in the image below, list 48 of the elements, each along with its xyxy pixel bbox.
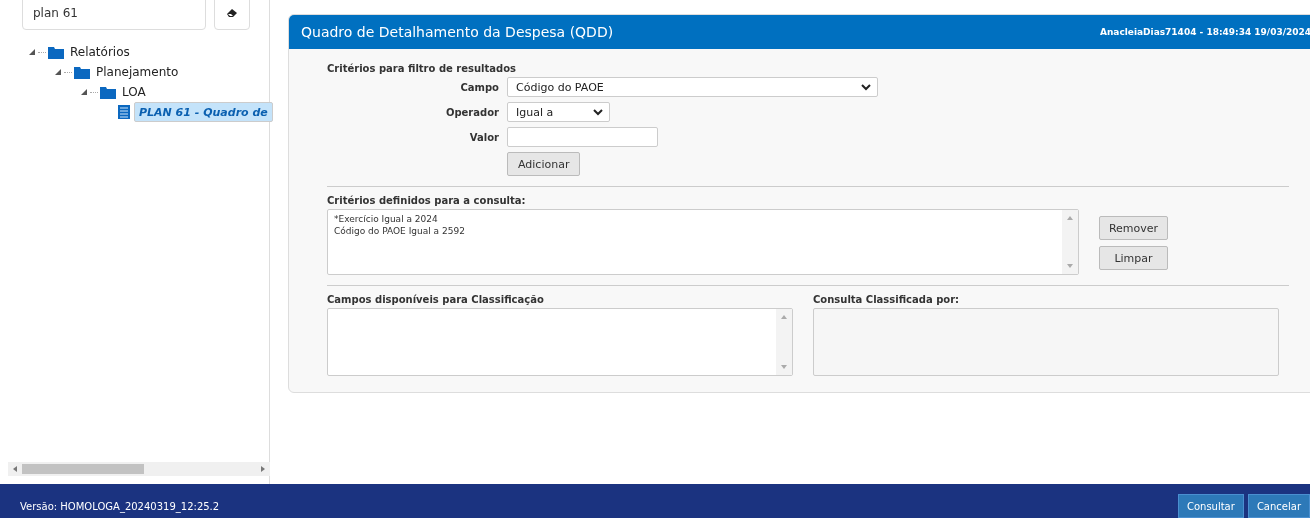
folder-icon <box>74 65 90 79</box>
scroll-up-icon[interactable] <box>1067 216 1073 220</box>
dropdown[interactable]: Igual a <box>507 102 610 122</box>
folder-item[interactable]: LOA <box>120 83 148 101</box>
value-field[interactable] <box>507 127 658 147</box>
scroll-down-icon[interactable] <box>781 365 787 369</box>
user-info: AnacleiaDias71404 - 18:49:34 19/03/2024 <box>1100 27 1310 37</box>
vertical-scrollbar[interactable] <box>1062 210 1078 274</box>
clear-criteria-button[interactable]: Limpar <box>1099 246 1168 270</box>
document-icon <box>118 105 130 119</box>
horizontal-scrollbar[interactable] <box>8 462 270 476</box>
clear-button[interactable] <box>214 0 250 30</box>
folder-icon <box>100 85 116 99</box>
criteria-line: Código do PAOE Igual a 2592 <box>334 225 466 237</box>
folder-item[interactable]: Relatórios <box>68 43 132 61</box>
field-label: Operador <box>444 106 499 118</box>
scroll-up-icon[interactable] <box>781 315 787 319</box>
scroll-right-icon[interactable] <box>261 466 265 472</box>
report-item[interactable]: PLAN 61 - Quadro de <box>134 102 273 122</box>
scroll-left-icon[interactable] <box>13 466 17 472</box>
sorted-fields-list[interactable] <box>813 308 1279 376</box>
section-heading: Critérios para filtro de resultados <box>327 63 518 74</box>
section-heading: Campos disponíveis para Classificação <box>327 294 545 305</box>
eraser-icon <box>226 8 238 18</box>
chevron-down-icon <box>593 108 603 116</box>
field-label: Valor <box>468 131 499 143</box>
section-heading: Consulta Classificada por: <box>813 294 961 305</box>
section-heading: Critérios definidos para a consulta: <box>327 195 527 206</box>
consult-button[interactable]: Consultar <box>1177 494 1244 518</box>
expanded-arrow-icon[interactable] <box>54 68 62 76</box>
version-text: Versão: HOMOLOGA_20240319_12:25.2 <box>20 500 220 512</box>
field-label: Campo <box>459 81 499 93</box>
available-fields-list[interactable] <box>327 308 793 376</box>
folder-item[interactable]: Planejamento <box>94 63 181 81</box>
chevron-down-icon <box>861 83 871 91</box>
expanded-arrow-icon[interactable] <box>80 88 88 96</box>
expanded-arrow-icon[interactable] <box>28 48 36 56</box>
criteria-line: *Exercício Igual a 2024 <box>334 213 439 225</box>
search-field[interactable]: plan 61 <box>22 0 206 30</box>
cancel-button[interactable]: Cancelar <box>1247 494 1310 518</box>
vertical-scrollbar[interactable] <box>776 309 792 375</box>
dropdown[interactable]: Código do PAOE <box>507 77 878 97</box>
scroll-down-icon[interactable] <box>1067 264 1073 268</box>
criteria-list[interactable]: *Exercício Igual a 2024 Código do PAOE Igual a 2592 <box>327 209 1079 275</box>
folder-icon <box>48 45 64 59</box>
remove-button[interactable]: Remover <box>1099 216 1168 240</box>
add-button[interactable]: Adicionar <box>507 152 581 176</box>
panel-title: Quadro de Detalhamento da Despesa (QDD) <box>301 24 614 40</box>
